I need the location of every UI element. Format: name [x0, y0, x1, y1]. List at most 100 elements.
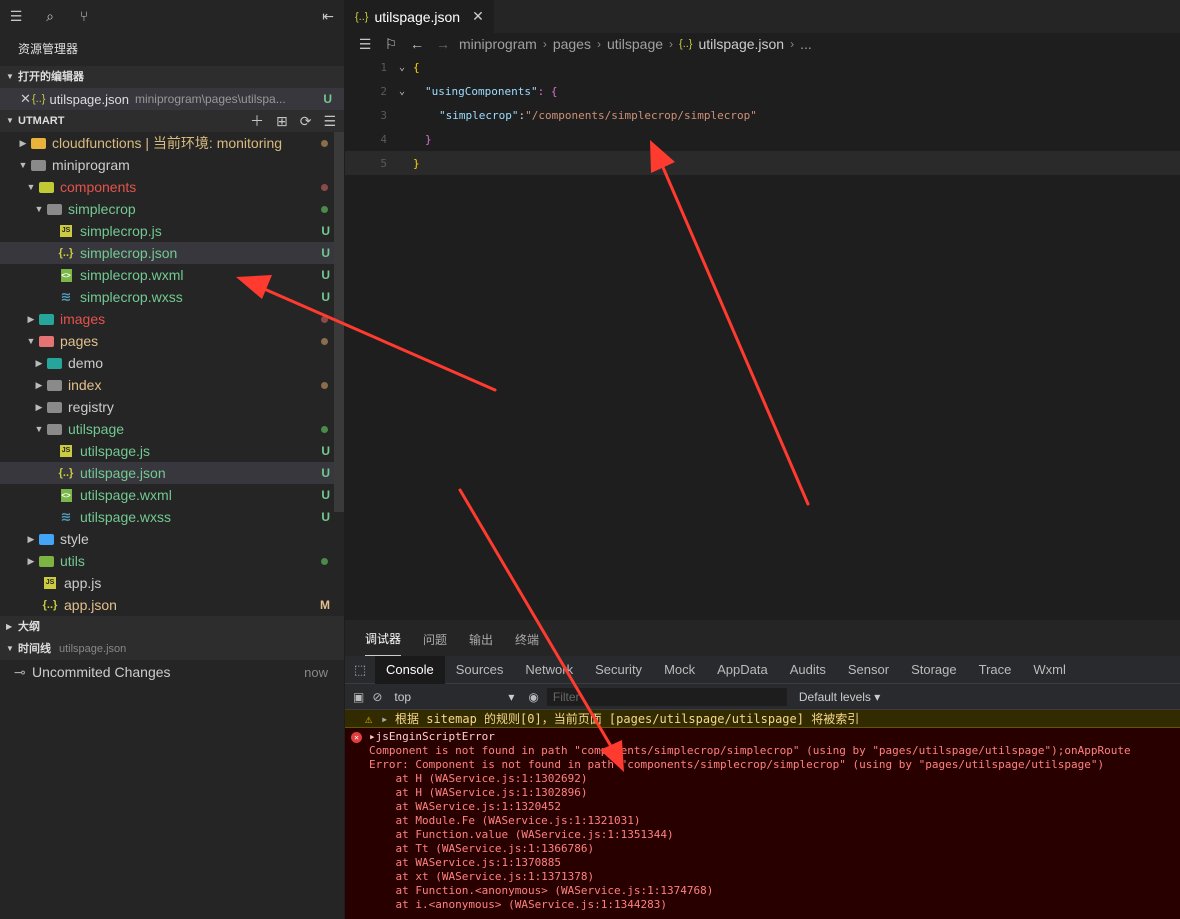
- tree-item-label: pages: [60, 333, 99, 349]
- tree-item-style[interactable]: ▶ style: [0, 528, 344, 550]
- json-key: "simplecrop": [439, 108, 519, 122]
- tab-output[interactable]: 输出: [469, 631, 493, 656]
- tab-network[interactable]: Network: [514, 656, 584, 684]
- tab-terminal[interactable]: 终端: [515, 631, 539, 656]
- fold-chevron-icon[interactable]: ⌄: [391, 86, 413, 97]
- tree-item-label: utilspage.wxss: [80, 509, 172, 525]
- back-arrow-icon[interactable]: ←: [407, 36, 427, 52]
- warning-icon: ⚠: [365, 711, 373, 726]
- tree-item-simplecrop-json[interactable]: {..} simplecrop.json U: [0, 242, 344, 264]
- tab-debugger[interactable]: 调试器: [365, 630, 402, 656]
- close-icon[interactable]: ✕: [20, 91, 32, 107]
- tree-item-simplecrop-js[interactable]: JS simplecrop.js U: [0, 220, 344, 242]
- breadcrumb-item[interactable]: miniprogram: [459, 36, 537, 52]
- commit-icon: ⊸: [14, 663, 26, 680]
- tab-storage[interactable]: Storage: [900, 656, 968, 684]
- tree-item-components[interactable]: ▼ components: [0, 176, 344, 198]
- tree-item-demo[interactable]: ▶ demo: [0, 352, 344, 374]
- new-file-icon[interactable]: ＋: [250, 110, 264, 132]
- status-dot: [321, 315, 328, 323]
- tree-item-utilspage-json[interactable]: {..} utilspage.json U: [0, 462, 344, 484]
- tree-item-miniprogram[interactable]: ▼ miniprogram: [0, 154, 344, 176]
- close-icon[interactable]: ✕: [472, 8, 484, 25]
- console-error[interactable]: ✕ ▸jsEnginScriptError Component is not f…: [345, 728, 1180, 919]
- tab-sensor[interactable]: Sensor: [837, 656, 900, 684]
- tab-mock[interactable]: Mock: [653, 656, 706, 684]
- code-text: }: [425, 132, 432, 146]
- chevron-down-icon: ▼: [18, 160, 28, 170]
- tree-item-label: simplecrop.json: [80, 245, 178, 261]
- source-control-icon[interactable]: ⑂: [74, 6, 94, 26]
- git-status-badge: U: [321, 444, 330, 458]
- tab-console[interactable]: Console: [375, 655, 445, 684]
- search-icon[interactable]: ⌕: [40, 6, 60, 26]
- status-dot: [321, 183, 328, 191]
- context-select[interactable]: top ▾: [390, 689, 521, 704]
- inspect-element-icon[interactable]: ⬚: [345, 662, 375, 678]
- project-header[interactable]: ▼ UTMART ＋ ⊞ ⟳ ☰: [0, 110, 344, 132]
- timeline-header[interactable]: ▼ 时间线 utilspage.json: [0, 638, 344, 660]
- explorer-icon[interactable]: ☰: [6, 6, 26, 26]
- tree-item-simplecrop-wxss[interactable]: ≋ simplecrop.wxss U: [0, 286, 344, 308]
- timeline-item[interactable]: ⊸ Uncommited Changes now: [0, 660, 344, 684]
- breadcrumb-item[interactable]: utilspage.json: [698, 36, 784, 52]
- tab-audits[interactable]: Audits: [779, 656, 837, 684]
- tab-security[interactable]: Security: [584, 656, 653, 684]
- breadcrumb-item[interactable]: pages: [553, 36, 591, 52]
- fold-chevron-icon[interactable]: ⌄: [391, 62, 413, 73]
- tab-trace[interactable]: Trace: [968, 656, 1023, 684]
- wxss-file-icon: ≋: [60, 289, 72, 304]
- tree-item-utils[interactable]: ▶ utils: [0, 550, 344, 572]
- bookmark-icon[interactable]: ⚐: [381, 36, 401, 53]
- tab-problems[interactable]: 问题: [423, 631, 447, 656]
- timeline-label: 时间线: [18, 643, 51, 655]
- sidebar-toggle-icon[interactable]: ▣: [353, 690, 364, 704]
- levels-dropdown[interactable]: Default levels ▾: [799, 690, 880, 704]
- collapse-all-icon[interactable]: ☰: [323, 110, 336, 132]
- clear-console-icon[interactable]: ⊘: [372, 690, 382, 704]
- chevron-right-icon: ›: [790, 37, 795, 51]
- tree-item-label: style: [60, 531, 89, 547]
- tree-item-index[interactable]: ▶ index: [0, 374, 344, 396]
- console-warning[interactable]: ⚠ ▸ 根据 sitemap 的规则[0]，当前页面 [pages/utilsp…: [345, 710, 1180, 728]
- tree-item-images[interactable]: ▶ images: [0, 308, 344, 330]
- chevron-right-icon: ›: [669, 37, 674, 51]
- outline-header[interactable]: ▶ 大纲: [0, 616, 344, 638]
- stack-line: at Module.Fe (WAService.js:1:1321031): [369, 814, 641, 827]
- new-folder-icon[interactable]: ⊞: [276, 110, 288, 132]
- tree-item-registry[interactable]: ▶ registry: [0, 396, 344, 418]
- tree-item-utilspage[interactable]: ▼ utilspage: [0, 418, 344, 440]
- filter-input[interactable]: Filter: [546, 687, 787, 706]
- tree-item-app-js[interactable]: JS app.js: [0, 572, 344, 594]
- folder-icon: [30, 136, 46, 150]
- sidebar-scrollbar[interactable]: [334, 132, 344, 512]
- list-icon[interactable]: ☰: [355, 36, 375, 53]
- tab-utilspage-json[interactable]: {..} utilspage.json ✕: [345, 0, 494, 33]
- tree-item-app-json[interactable]: {..} app.json M: [0, 594, 344, 616]
- breadcrumb-item[interactable]: ...: [800, 36, 812, 52]
- expand-arrow-icon[interactable]: ▸: [381, 712, 395, 726]
- tab-sources[interactable]: Sources: [445, 656, 515, 684]
- tree-item-simplecrop-wxml[interactable]: <> simplecrop.wxml U: [0, 264, 344, 286]
- code-area[interactable]: 1 ⌄ { 2 ⌄ "usingComponents": { 3 "simple…: [345, 55, 1180, 175]
- tree-item-simplecrop[interactable]: ▼ simplecrop: [0, 198, 344, 220]
- tab-wxml[interactable]: Wxml: [1022, 656, 1077, 684]
- collapse-panel-icon[interactable]: ⇤: [318, 6, 338, 26]
- tab-appdata[interactable]: AppData: [706, 656, 779, 684]
- tree-item-utilspage-wxss[interactable]: ≋ utilspage.wxss U: [0, 506, 344, 528]
- breadcrumb: ☰ ⚐ ← → miniprogram › pages › utilspage …: [345, 33, 1180, 55]
- refresh-icon[interactable]: ⟳: [300, 110, 312, 132]
- code-line: 2 ⌄ "usingComponents": {: [345, 79, 1180, 103]
- eye-icon[interactable]: ◉: [528, 690, 538, 704]
- open-editors-header[interactable]: ▼ 打开的编辑器: [0, 66, 344, 88]
- tree-item-cloudfunctions[interactable]: ▶ cloudfunctions | 当前环境: monitoring: [0, 132, 344, 154]
- tree-item-pages[interactable]: ▼ pages: [0, 330, 344, 352]
- error-title[interactable]: ▸jsEnginScriptError: [369, 730, 1180, 744]
- tree-item-utilspage-js[interactable]: JS utilspage.js U: [0, 440, 344, 462]
- json-file-icon: {..}: [42, 599, 58, 611]
- tree-item-utilspage-wxml[interactable]: <> utilspage.wxml U: [0, 484, 344, 506]
- chevron-down-icon: ▼: [26, 182, 36, 192]
- open-editor-item[interactable]: ✕ {..} utilspage.json miniprogram\pages\…: [0, 88, 344, 110]
- breadcrumb-item[interactable]: utilspage: [607, 36, 663, 52]
- forward-arrow-icon[interactable]: →: [433, 36, 453, 52]
